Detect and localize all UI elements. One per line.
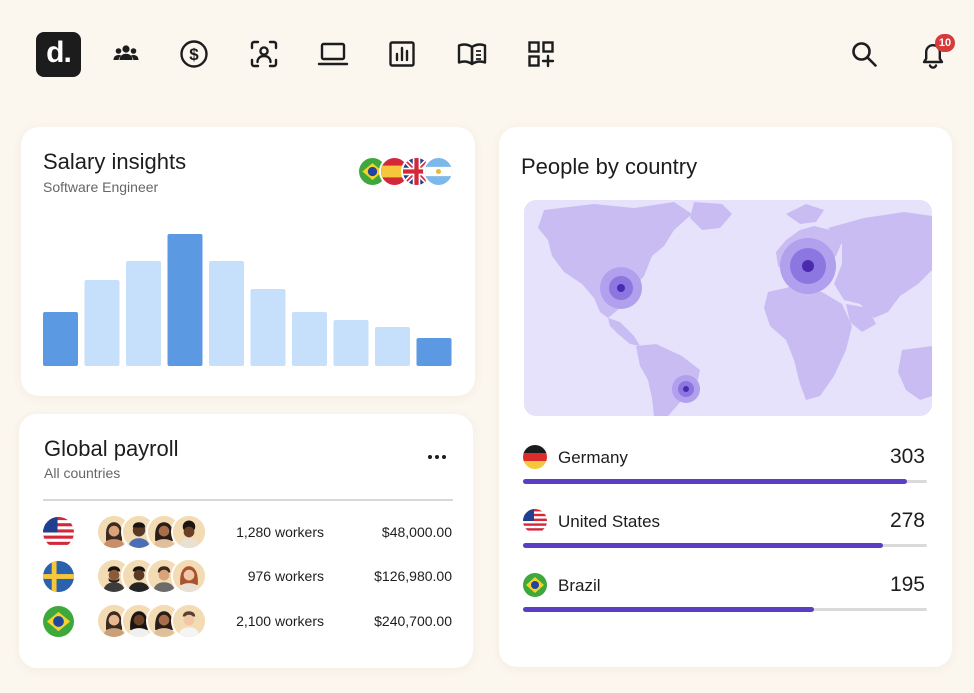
salary-bar-9[interactable] [375,327,410,366]
worker-avatars [96,603,208,639]
divider [43,499,453,501]
salary-bar-10[interactable] [416,338,452,366]
germany-flag [523,445,547,469]
country-count: 278 [889,509,925,532]
apps-add-icon[interactable] [525,38,557,70]
people-icon[interactable] [110,38,142,70]
payroll-row[interactable]: 976 workers $126,980.00 [19,557,473,597]
salary-bar-4[interactable] [167,234,203,366]
united-states-flag [43,517,74,548]
report-icon[interactable] [386,38,418,70]
country-name: United States [558,512,661,531]
salary-bar-6[interactable] [250,289,286,366]
payroll-amount: $240,700.00 [374,613,452,629]
more-options-button[interactable] [427,450,449,464]
top-navigation: d. $ 10 [0,0,974,110]
global-payroll-card: Global payroll All countries 1,280 worke… [19,414,473,668]
country-count: 303 [889,445,925,468]
salary-bar-2[interactable] [84,280,120,366]
progress-fill [523,543,883,548]
deel-logo[interactable]: d. [36,32,81,77]
worker-avatars [96,514,208,550]
payroll-row[interactable]: 1,280 workers $48,000.00 [19,513,473,553]
payroll-amount: $48,000.00 [381,524,452,540]
progress-fill [523,479,907,484]
salary-bar-chart [43,234,452,366]
country-row-brazil[interactable]: Brazil 195 [523,573,927,621]
avatar [171,603,207,639]
progress-track [523,479,927,484]
united-states-flag [523,509,547,533]
brazil-flag [43,606,74,637]
payroll-row[interactable]: 2,100 workers $240,700.00 [19,602,473,642]
workers-count: 1,280 workers [236,524,324,540]
worker-avatars [96,558,208,594]
payroll-subtitle: All countries [44,465,121,481]
country-row-germany[interactable]: Germany 303 [523,445,927,493]
country-name: Germany [558,448,628,467]
payroll-title: Global payroll [44,436,179,461]
workers-count: 976 workers [247,568,324,584]
progress-fill [523,607,814,612]
salary-bar-1[interactable] [43,312,78,366]
svg-text:$: $ [189,45,199,64]
dollar-icon[interactable]: $ [178,38,210,70]
payroll-amount: $126,980.00 [374,568,452,584]
country-count: 195 [889,573,925,596]
notification-badge: 10 [935,34,955,52]
salary-bar-7[interactable] [292,312,327,366]
progress-track [523,607,927,612]
world-map[interactable] [524,200,932,416]
salary-bar-3[interactable] [126,261,161,366]
salary-insights-card: Salary insights Software Engineer [21,127,475,396]
salary-bar-8[interactable] [333,320,369,366]
progress-track [523,543,927,548]
face-scan-icon[interactable] [248,38,280,70]
laptop-icon[interactable] [317,38,349,70]
search-icon[interactable] [848,38,880,70]
country-row-united-states[interactable]: United States 278 [523,509,927,557]
brazil-flag [523,573,547,597]
people-by-country-card: People by country Germany 303 United Sta… [499,127,952,667]
people-title: People by country [521,154,698,179]
salary-bar-5[interactable] [209,261,244,366]
book-icon[interactable] [456,38,488,70]
avatar [171,514,207,550]
country-name: Brazil [558,576,601,595]
avatar [171,558,207,594]
sweden-flag [43,561,74,592]
workers-count: 2,100 workers [236,613,324,629]
